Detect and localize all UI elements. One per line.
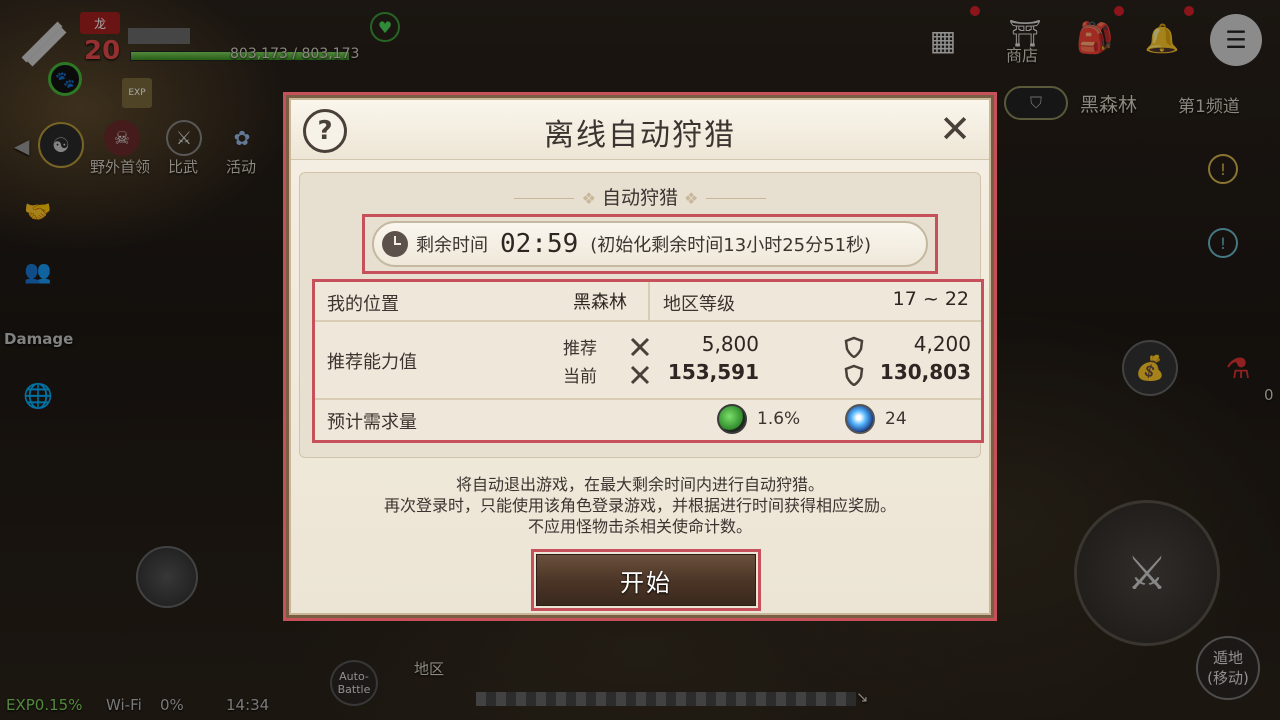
- current-label: 当前: [563, 367, 597, 387]
- auto-hunt-panel: ❖ 自动狩猎 ❖ 剩余时间 02:59 (初始化剩余时间13小时25分51秒) …: [299, 172, 984, 458]
- timer-highlight: 剩余时间 02:59 (初始化剩余时间13小时25分51秒): [362, 214, 938, 274]
- region-level-value: 17 ~ 22: [892, 288, 969, 310]
- description-line-1: 将自动退出游戏，在最大剩余时间内进行自动狩猎。: [455, 475, 824, 494]
- description: 将自动退出游戏，在最大剩余时间内进行自动狩猎。 再次登录时，只能使用该角色登录游…: [291, 474, 989, 537]
- description-line-2: 再次登录时，只能使用该角色登录游戏，并根据进行时间获得相应奖励。: [383, 496, 896, 515]
- dialog-header: ? 离线自动狩猎 ✕: [291, 100, 989, 160]
- defense-icon: [844, 364, 864, 386]
- table-row-power: 推荐能力值 推荐 当前 5,800 153,591 4,200 130,803: [315, 322, 981, 400]
- power-label: 推荐能力值: [327, 352, 417, 373]
- defense-current: 130,803: [879, 360, 971, 384]
- table-row-location: 我的位置 黑森林 地区等级 17 ~ 22: [315, 282, 981, 322]
- blue-orb-icon: [845, 404, 875, 434]
- recommend-label: 推荐: [563, 339, 597, 359]
- attack-recommend: 5,800: [701, 332, 759, 356]
- location-value: 黑森林: [573, 292, 627, 313]
- dialog-body: ? 离线自动狩猎 ✕ ❖ 自动狩猎 ❖ 剩余时间 02:59 (初始化剩余时间1…: [289, 98, 991, 615]
- attack-icon: [630, 337, 650, 357]
- section-title: ❖ 自动狩猎 ❖: [300, 183, 980, 210]
- requirement-label: 预计需求量: [327, 412, 417, 433]
- region-level-label: 地区等级: [663, 294, 735, 315]
- section-title-text: 自动狩猎: [601, 187, 678, 209]
- table-row-requirement: 预计需求量 1.6% 24: [315, 400, 981, 440]
- defense-icon: [844, 336, 864, 358]
- clock-icon: [382, 231, 408, 257]
- attack-current: 153,591: [667, 360, 759, 384]
- gem-value: 1.6%: [757, 409, 801, 429]
- green-gem-icon: [717, 404, 747, 434]
- start-highlight: 开始: [531, 549, 761, 611]
- description-line-3: 不应用怪物击杀相关使命计数。: [527, 517, 752, 536]
- timer-pill: 剩余时间 02:59 (初始化剩余时间13小时25分51秒): [372, 221, 928, 267]
- attack-icon: [630, 365, 650, 385]
- orb-value: 24: [885, 409, 907, 429]
- offline-hunt-dialog: ? 离线自动狩猎 ✕ ❖ 自动狩猎 ❖ 剩余时间 02:59 (初始化剩余时间1…: [283, 92, 997, 621]
- start-button[interactable]: 开始: [536, 554, 756, 606]
- close-button[interactable]: ✕: [935, 110, 975, 150]
- location-label: 我的位置: [327, 294, 399, 315]
- defense-recommend: 4,200: [913, 332, 971, 356]
- timer-note: (初始化剩余时间13小时25分51秒): [590, 235, 872, 256]
- info-table: 我的位置 黑森林 地区等级 17 ~ 22 推荐能力值 推荐 当前 5,800 …: [312, 279, 984, 443]
- timer-label: 剩余时间: [416, 235, 488, 256]
- timer-value: 02:59: [500, 229, 579, 259]
- dialog-title: 离线自动狩猎: [544, 118, 736, 153]
